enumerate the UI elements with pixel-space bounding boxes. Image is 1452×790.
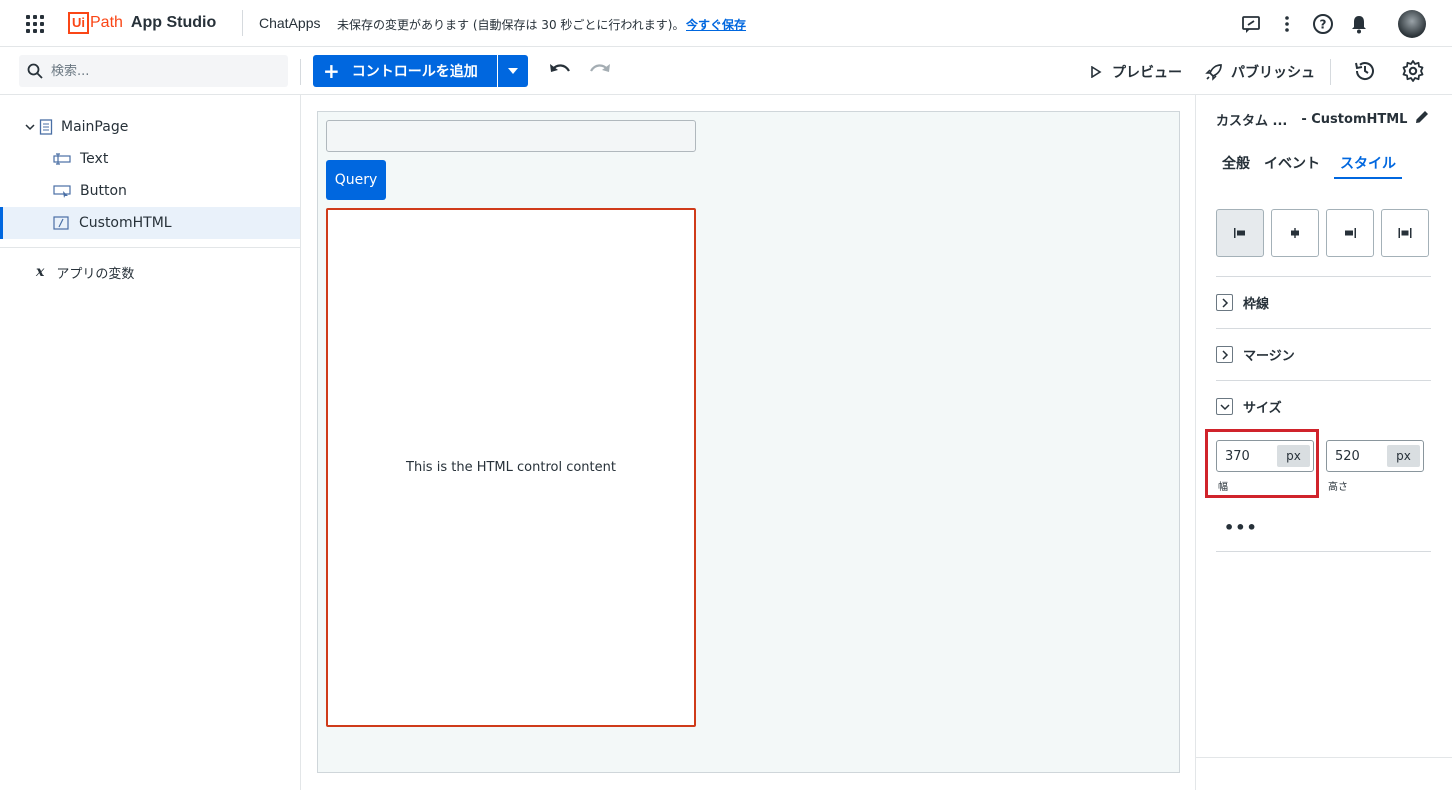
toolbar-divider-right — [1330, 59, 1331, 85]
unsaved-changes-message: 未保存の変更があります (自動保存は 30 秒ごとに行われます)。 — [337, 18, 685, 32]
header-divider — [242, 10, 243, 36]
svg-text:?: ? — [1320, 18, 1327, 32]
align-left-button[interactable] — [1216, 209, 1264, 257]
tree-label-customhtml: CustomHTML — [79, 215, 172, 231]
align-center-icon — [1291, 228, 1299, 238]
add-control-label: コントロールを追加 — [351, 64, 478, 80]
toolbar-divider — [300, 59, 301, 85]
canvas-query-button[interactable]: Query — [326, 160, 386, 200]
variable-x-icon: x — [36, 264, 45, 280]
section-size-label: サイズ — [1243, 401, 1282, 416]
app-variables-label: アプリの変数 — [56, 266, 135, 282]
search-icon — [27, 63, 43, 79]
page-canvas: Query This is the HTML control content — [317, 111, 1180, 773]
caret-down-icon — [508, 68, 518, 74]
chevron-down-icon — [1216, 398, 1233, 415]
preview-button[interactable]: プレビュー — [1090, 62, 1182, 82]
custom-html-content: This is the HTML control content — [406, 460, 616, 475]
search-input[interactable] — [51, 63, 271, 79]
panel-bottom-divider — [1195, 757, 1452, 758]
logo-ui: Ui — [68, 12, 89, 34]
tab-style[interactable]: スタイル — [1334, 153, 1402, 179]
height-value: 520 — [1335, 448, 1360, 464]
canvas-text-input[interactable] — [326, 120, 696, 152]
control-name: カスタム ... — [1216, 114, 1288, 129]
align-right-button[interactable] — [1326, 209, 1374, 257]
more-options[interactable]: ••• — [1224, 518, 1258, 537]
tree-label-mainpage: MainPage — [61, 119, 129, 135]
feedback-icon[interactable] — [1240, 12, 1262, 36]
align-right-icon — [1345, 228, 1356, 238]
tab-general[interactable]: 全般 — [1222, 153, 1256, 179]
redo-icon[interactable] — [588, 61, 612, 83]
header-actions: ? — [1240, 10, 1426, 38]
app-name: ChatApps — [259, 15, 321, 31]
control-tree-panel: MainPage Text Button CustomHTML x アプリの変数 — [0, 95, 301, 790]
height-field[interactable]: 520 px — [1326, 440, 1424, 472]
control-type: - CustomHTML — [1301, 112, 1408, 127]
properties-tabs: 全般 イベント スタイル — [1222, 153, 1410, 179]
section-margin[interactable]: マージン — [1216, 345, 1295, 364]
history-icon[interactable] — [1353, 59, 1377, 87]
rocket-icon — [1205, 64, 1222, 81]
user-avatar[interactable] — [1398, 10, 1426, 38]
top-bar: Ui Path App Studio ChatApps 未保存の変更があります … — [0, 0, 1452, 47]
section-border[interactable]: 枠線 — [1216, 293, 1269, 312]
button-control-icon — [53, 185, 71, 198]
custom-html-icon — [53, 216, 69, 230]
properties-title: カスタム ... - CustomHTML — [1216, 110, 1428, 129]
align-stretch-button[interactable] — [1381, 209, 1429, 257]
tree-item-customhtml[interactable]: CustomHTML — [0, 207, 300, 239]
align-stretch-icon — [1398, 228, 1412, 238]
uipath-logo[interactable]: Ui Path App Studio — [68, 12, 216, 34]
save-now-link[interactable]: 今すぐ保存 — [686, 16, 746, 33]
tree-item-text[interactable]: Text — [0, 143, 300, 175]
section-divider — [1216, 276, 1431, 277]
settings-gear-icon[interactable] — [1401, 59, 1425, 87]
alignment-buttons — [1216, 209, 1429, 257]
app-studio-label: App Studio — [130, 14, 217, 31]
section-divider — [1216, 328, 1431, 329]
app-launcher-icon[interactable] — [26, 15, 44, 33]
section-divider — [1216, 380, 1431, 381]
tree-label-text: Text — [80, 151, 109, 167]
editor-toolbar: + コントロールを追加 プレビュー パブリッシュ — [0, 47, 1452, 95]
edit-pencil-icon[interactable] — [1414, 109, 1430, 129]
section-margin-label: マージン — [1243, 349, 1295, 364]
more-vertical-icon[interactable] — [1276, 12, 1298, 36]
height-unit[interactable]: px — [1387, 445, 1420, 467]
section-divider — [1216, 551, 1431, 552]
page-icon — [39, 119, 53, 135]
tab-events[interactable]: イベント — [1264, 153, 1326, 179]
height-label: 高さ — [1328, 482, 1348, 493]
text-control-icon — [53, 153, 71, 165]
plus-icon: + — [323, 59, 340, 83]
design-canvas-area: Query This is the HTML control content — [301, 95, 1195, 790]
tree-label-button: Button — [80, 183, 127, 199]
tree-divider — [0, 247, 300, 248]
section-size[interactable]: サイズ — [1216, 397, 1282, 416]
align-left-icon — [1234, 228, 1245, 238]
publish-label: パブリッシュ — [1231, 65, 1315, 81]
search-box[interactable] — [19, 55, 288, 87]
notifications-bell-icon[interactable] — [1348, 12, 1370, 36]
help-icon[interactable]: ? — [1312, 12, 1334, 36]
undo-icon[interactable] — [548, 61, 572, 83]
add-control-button[interactable]: + コントロールを追加 — [313, 55, 497, 87]
preview-label: プレビュー — [1112, 65, 1182, 81]
canvas-custom-html[interactable]: This is the HTML control content — [326, 208, 696, 727]
play-icon — [1091, 66, 1102, 78]
chevron-right-icon — [1216, 346, 1233, 363]
width-field-highlight — [1205, 429, 1319, 498]
app-variables-item[interactable]: x アプリの変数 — [0, 256, 300, 288]
logo-path: Path — [90, 14, 123, 31]
publish-button[interactable]: パブリッシュ — [1205, 62, 1315, 82]
chevron-down-icon — [25, 124, 35, 131]
tree-item-button[interactable]: Button — [0, 175, 300, 207]
tree-item-mainpage[interactable]: MainPage — [0, 111, 300, 143]
align-center-button[interactable] — [1271, 209, 1319, 257]
section-border-label: 枠線 — [1243, 297, 1270, 312]
chevron-right-icon — [1216, 294, 1233, 311]
add-control-dropdown[interactable] — [498, 55, 528, 87]
